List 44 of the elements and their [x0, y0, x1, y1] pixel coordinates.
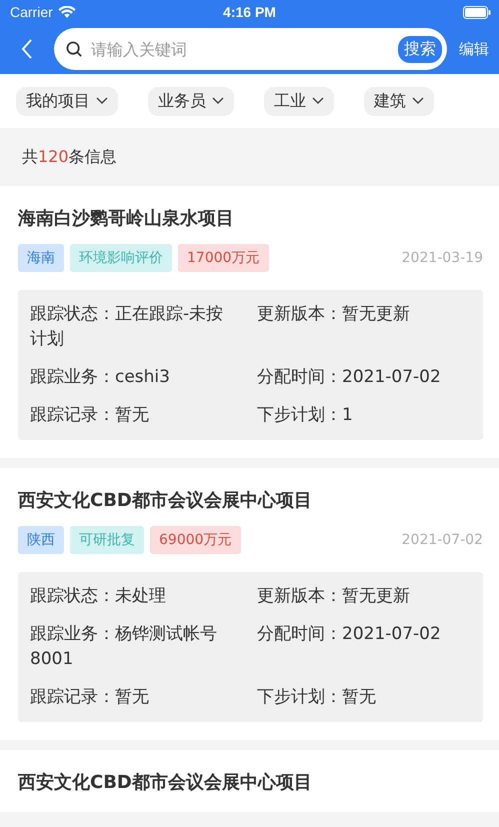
- project-card[interactable]: 海南白沙鹦哥岭山泉水项目 海南 环境影响评价 17000万元 2021-03-19 跟踪状态：正在跟踪-未按计划 更新版本：暂无更新 跟踪业务：ceshi3 分配时间：2021-07-02 跟踪记录：暂无 下步计划：1: [0, 186, 499, 458]
- search-icon: [66, 40, 83, 58]
- filter-dropdown[interactable]: 业务员: [148, 86, 234, 116]
- chevron-left-icon: [21, 38, 33, 60]
- filter-dropdown[interactable]: 我的项目: [16, 86, 118, 116]
- project-tag: 17000万元: [178, 244, 269, 272]
- search-button[interactable]: 搜索: [398, 36, 442, 62]
- info-field: 下步计划：暂无: [257, 685, 471, 710]
- project-date: 2021-07-02: [402, 532, 483, 548]
- info-field: 更新版本：暂无更新: [257, 584, 471, 609]
- status-time: 4:16 PM: [222, 4, 277, 20]
- project-tag: 69000万元: [150, 526, 241, 554]
- project-title: 西安文化CBD都市会议会展中心项目: [18, 771, 313, 794]
- project-tag: 可研批复: [70, 526, 144, 554]
- info-field: 分配时间：2021-07-02: [257, 365, 471, 390]
- info-field: 跟踪记录：暂无: [30, 403, 257, 428]
- project-tag: 海南: [18, 244, 64, 272]
- project-card[interactable]: 西安文化CBD都市会议会展中心项目 陕西 可研批复 69000万元 2021-07-02 跟踪状态：未处理 更新版本：暂无更新 跟踪业务：杨铧测试帐号8001 分配时间：2021-07-02 跟踪记录：暂无 下步计划：暂无: [0, 468, 499, 740]
- project-tag: 陕西: [18, 526, 64, 554]
- search-field[interactable]: 请输入关键词 搜索: [54, 28, 447, 70]
- battery-icon: [463, 6, 491, 18]
- chevron-down-icon: [312, 97, 324, 105]
- info-field: 下步计划：1: [257, 403, 471, 428]
- result-count: 共120条信息: [22, 146, 117, 168]
- project-title: 海南白沙鹦哥岭山泉水项目: [18, 207, 235, 230]
- info-field: 跟踪业务：ceshi3: [30, 365, 257, 390]
- wifi-icon: [58, 6, 76, 18]
- project-date: 2021-03-19: [402, 250, 483, 266]
- info-field: 跟踪业务：杨铧测试帐号8001: [30, 622, 257, 672]
- info-field: 跟踪状态：未处理: [30, 584, 257, 609]
- edit-button[interactable]: 编辑: [459, 40, 489, 58]
- info-field: 更新版本：暂无更新: [257, 302, 471, 352]
- filter-dropdown[interactable]: 工业: [264, 86, 334, 116]
- info-field: 分配时间：2021-07-02: [257, 622, 471, 672]
- project-card[interactable]: 西安文化CBD都市会议会展中心项目: [0, 750, 499, 812]
- chevron-down-icon: [412, 97, 424, 105]
- info-field: 跟踪记录：暂无: [30, 685, 257, 710]
- chevron-down-icon: [212, 97, 224, 105]
- project-title: 西安文化CBD都市会议会展中心项目: [18, 489, 313, 512]
- chevron-down-icon: [96, 97, 108, 105]
- carrier-label: Carrier: [10, 4, 53, 20]
- info-field: 跟踪状态：正在跟踪-未按计划: [30, 302, 257, 352]
- project-tag: 环境影响评价: [70, 244, 172, 272]
- filter-dropdown[interactable]: 建筑: [364, 86, 434, 116]
